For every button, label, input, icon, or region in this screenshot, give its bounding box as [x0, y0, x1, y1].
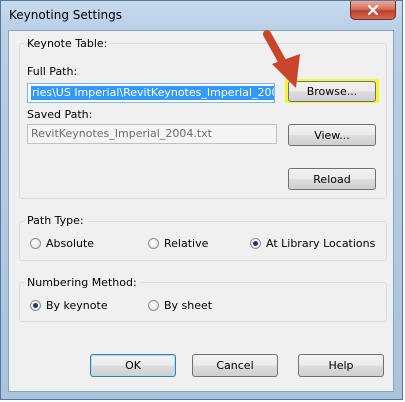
by-sheet-label: By sheet — [164, 299, 213, 312]
radio-indicator — [30, 238, 41, 249]
ok-button[interactable]: OK — [90, 354, 176, 377]
radio-indicator — [148, 300, 159, 311]
saved-path-label: Saved Path: — [27, 108, 93, 121]
red-arrow-icon — [263, 30, 300, 88]
radio-indicator-selected — [250, 238, 261, 249]
relative-label: Relative — [164, 237, 209, 250]
full-path-label: Full Path: — [27, 65, 78, 78]
by-keynote-label: By keynote — [46, 299, 108, 312]
library-locations-label: At Library Locations — [266, 237, 376, 250]
full-path-field[interactable]: ries\US Imperial\RevitKeynotes_Imperial_… — [27, 83, 275, 103]
cancel-button[interactable]: Cancel — [192, 354, 278, 377]
numbering-by-sheet-radio[interactable]: By sheet — [148, 299, 212, 312]
full-path-value: ries\US Imperial\RevitKeynotes_Imperial_… — [31, 86, 274, 100]
radio-indicator-selected — [30, 300, 41, 311]
path-type-library-radio[interactable]: At Library Locations — [250, 237, 375, 250]
keynote-table-legend: Keynote Table: — [24, 37, 111, 50]
radio-indicator — [148, 238, 159, 249]
reload-button[interactable]: Reload — [288, 168, 376, 190]
window-title: Keynoting Settings — [9, 8, 122, 22]
path-type-absolute-radio[interactable]: Absolute — [30, 237, 94, 250]
path-type-legend: Path Type: — [24, 214, 87, 227]
absolute-label: Absolute — [46, 237, 95, 250]
close-icon — [367, 5, 379, 15]
view-button[interactable]: View... — [288, 124, 376, 146]
numbering-method-legend: Numbering Method: — [24, 276, 140, 289]
help-button[interactable]: Help — [298, 354, 384, 377]
title-bar[interactable]: Keynoting Settings — [1, 1, 402, 31]
close-button[interactable] — [350, 1, 396, 20]
saved-path-field: RevitKeynotes_Imperial_2004.txt — [27, 124, 277, 144]
numbering-by-keynote-radio[interactable]: By keynote — [30, 299, 108, 312]
path-type-relative-radio[interactable]: Relative — [148, 237, 208, 250]
